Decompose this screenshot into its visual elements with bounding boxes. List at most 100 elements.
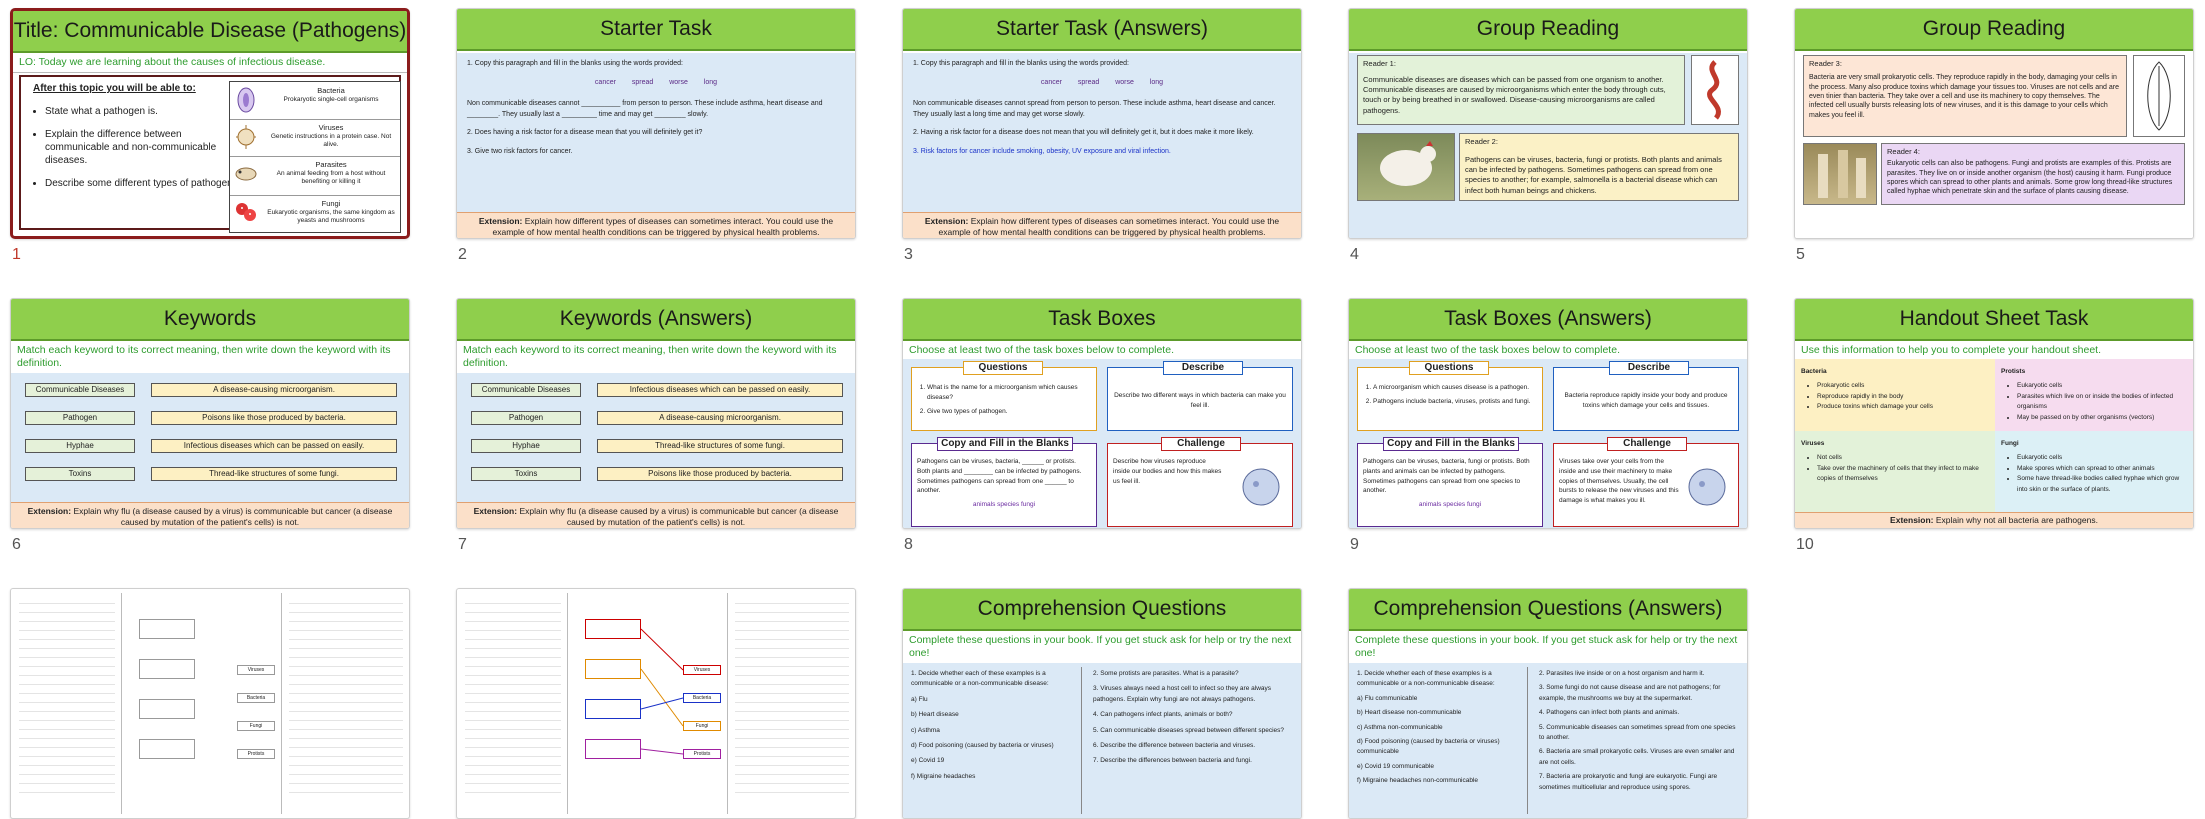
- paragraph-text: Non communicable diseases cannot _______…: [467, 99, 823, 118]
- answer-item: Pathogens include bacteria, viruses, pro…: [1373, 397, 1537, 407]
- answer-item: d) Food poisoning (caused by bacteria or…: [1357, 737, 1500, 756]
- challenge-text: Describe how viruses reproduce inside ou…: [1113, 458, 1222, 485]
- worksheet-label: Viruses: [683, 665, 721, 675]
- reader-4-box: Reader 4: Eukaryotic cells can also be p…: [1881, 143, 2185, 205]
- slide-thumbnail-5[interactable]: Group Reading Reader 3: Bacteria are ver…: [1794, 8, 2194, 239]
- slide-thumbnail-11[interactable]: Viruses Bacteria Fungi Protists: [10, 588, 410, 819]
- worksheet-box: [585, 619, 641, 639]
- slide-title: Starter Task: [457, 9, 855, 51]
- info-item: May be passed on by other organisms (vec…: [2017, 413, 2189, 423]
- worksheet-box: [585, 739, 641, 759]
- slide-thumbnail-7[interactable]: Keywords (Answers) Match each keyword to…: [456, 298, 856, 529]
- slide-title: Starter Task (Answers): [903, 9, 1301, 51]
- slide-thumbnail-6[interactable]: Keywords Match each keyword to its corre…: [10, 298, 410, 529]
- slide-title: Task Boxes: [903, 299, 1301, 341]
- slide-thumbnail-8[interactable]: Task Boxes Choose at least two of the ta…: [902, 298, 1302, 529]
- definition-box: Infectious diseases which can be passed …: [151, 439, 397, 453]
- slide-cell-14: Comprehension Questions (Answers) Comple…: [1348, 588, 1748, 819]
- fungi-icon: [234, 199, 258, 227]
- instruction-text: Match each keyword to its correct meanin…: [11, 341, 409, 375]
- keyword-box: Communicable Diseases: [25, 383, 135, 397]
- extension-text: Explain why flu (a disease caused by a v…: [519, 506, 839, 527]
- slide-thumbnail-12[interactable]: Viruses Bacteria Fungi Protists: [456, 588, 856, 819]
- answer-item: a) Flu communicable: [1357, 694, 1418, 702]
- instruction-text: Match each keyword to its correct meanin…: [457, 341, 855, 375]
- reader-1-box: Reader 1: Communicable diseases are dise…: [1357, 55, 1685, 125]
- definition-box: Poisons like those produced by bacteria.: [597, 467, 843, 481]
- slide-cell-2: Starter Task 1. Copy this paragraph and …: [456, 8, 856, 263]
- info-item: Some have thread-like bodies called hyph…: [2017, 474, 2189, 495]
- bacteria-icon: [234, 86, 258, 114]
- question-item: d) Food poisoning (caused by bacteria or…: [911, 741, 1054, 749]
- extension-box: Extension: Explain how different types o…: [457, 212, 855, 238]
- slide-thumbnail-4[interactable]: Group Reading Reader 1: Communicable dis…: [1348, 8, 1748, 239]
- slide-cell-8: Task Boxes Choose at least two of the ta…: [902, 298, 1302, 553]
- parasite-drawing-image: [2133, 55, 2185, 137]
- challenge-heading: Challenge: [1161, 437, 1241, 451]
- slide-title: Keywords (Answers): [457, 299, 855, 341]
- worksheet-box: [585, 659, 641, 679]
- worksheet-box: [139, 659, 195, 679]
- slide-title: Comprehension Questions: [903, 589, 1301, 631]
- worksheet-label: Fungi: [683, 721, 721, 731]
- pathogen-desc: Prokaryotic single-cell organisms: [283, 95, 379, 103]
- slide-cell-10: Handout Sheet Task Use this information …: [1794, 298, 2194, 553]
- slide-title: Handout Sheet Task: [1795, 299, 2193, 341]
- challenge-box: Viruses take over your cells from the in…: [1553, 443, 1739, 527]
- reader-3-box: Reader 3: Bacteria are very small prokar…: [1803, 55, 2127, 137]
- slide-thumbnail-9[interactable]: Task Boxes (Answers) Choose at least two…: [1348, 298, 1748, 529]
- slide-cell-1: Title: Communicable Disease (Pathogens) …: [10, 8, 410, 263]
- keyword-area: Communicable Diseases A disease-causing m…: [11, 373, 409, 502]
- info-item: Produce toxins which damage your cells: [1817, 402, 1989, 412]
- slide-thumbnail-14[interactable]: Comprehension Questions (Answers) Comple…: [1348, 588, 1748, 819]
- question-area: 1. Decide whether each of these examples…: [903, 663, 1301, 818]
- questions-box: A microorganism which causes disease is …: [1357, 367, 1543, 431]
- slide-title: Keywords: [11, 299, 409, 341]
- question-item: 7. Describe the differences between bact…: [1093, 757, 1252, 765]
- slide-title: Comprehension Questions (Answers): [1349, 589, 1747, 631]
- virus-illustration-icon: [1682, 462, 1732, 512]
- worksheet-text: [289, 595, 403, 795]
- slide-thumbnail-10[interactable]: Handout Sheet Task Use this information …: [1794, 298, 2194, 529]
- describe-box: Describe two different ways in which bac…: [1107, 367, 1293, 431]
- right-questions: 2. Some protists are parasites. What is …: [1085, 663, 1301, 818]
- definition-box: Poisons like those produced by bacteria.: [151, 411, 397, 425]
- word-bank: cancer spread worse long: [1040, 78, 1164, 86]
- pathogen-name: Parasites: [315, 160, 347, 169]
- slide-cell-13: Comprehension Questions Complete these q…: [902, 588, 1302, 819]
- slide-number: 4: [1350, 246, 1359, 263]
- slide-thumbnail-13[interactable]: Comprehension Questions Complete these q…: [902, 588, 1302, 819]
- slide-body: Reader 3: Bacteria are very small prokar…: [1795, 53, 2193, 238]
- challenge-box: Describe how viruses reproduce inside ou…: [1107, 443, 1293, 527]
- viruses-panel: Viruses Not cellsTake over the machinery …: [1795, 431, 1995, 512]
- extension-box: Extension: Explain why flu (a disease ca…: [457, 502, 855, 528]
- virus-icon: [234, 123, 258, 151]
- extension-label: Extension:: [27, 506, 72, 516]
- challenge-heading: Challenge: [1607, 437, 1687, 451]
- definition-box: A disease-causing microorganism.: [151, 383, 397, 397]
- slide-title: Group Reading: [1795, 9, 2193, 51]
- fill-text: Pathogens can be viruses, bacteria, ____…: [917, 458, 1082, 495]
- task-area: A microorganism which causes disease is …: [1349, 359, 1747, 528]
- panel-heading: Viruses: [1801, 440, 1825, 447]
- info-item: Take over the machinery of cells that th…: [1817, 464, 1989, 485]
- info-grid: Bacteria Prokaryotic cellsReproduce rapid…: [1795, 359, 2193, 512]
- slide-cell-3: Starter Task (Answers) 1. Copy this para…: [902, 8, 1302, 263]
- slide-thumbnail-2[interactable]: Starter Task 1. Copy this paragraph and …: [456, 8, 856, 239]
- extension-text: Explain why flu (a disease caused by a v…: [73, 506, 393, 527]
- slide-number: 1: [12, 246, 21, 263]
- reader-label: Reader 4:: [1887, 147, 1920, 156]
- slide-title: Group Reading: [1349, 9, 1747, 51]
- slide-thumbnail-1[interactable]: Title: Communicable Disease (Pathogens) …: [10, 8, 410, 239]
- answer-item: 5. Communicable diseases can sometimes s…: [1539, 723, 1736, 741]
- slide-body: Reader 1: Communicable diseases are dise…: [1349, 53, 1747, 238]
- slide-thumbnail-3[interactable]: Starter Task (Answers) 1. Copy this para…: [902, 8, 1302, 239]
- worksheet-box: [585, 699, 641, 719]
- answer-item: 4. Pathogens can infect both plants and …: [1539, 709, 1680, 717]
- definition-box: Thread-like structures of some fungi.: [151, 467, 397, 481]
- outcome-item: State what a pathogen is.: [45, 105, 245, 118]
- left-questions: 1. Decide whether each of these examples…: [903, 663, 1078, 818]
- reader-label: Reader 3:: [1809, 59, 1842, 68]
- answer-item: e) Covid 19 communicable: [1357, 762, 1434, 770]
- fill-blanks-heading: Copy and Fill in the Blanks: [1383, 437, 1519, 451]
